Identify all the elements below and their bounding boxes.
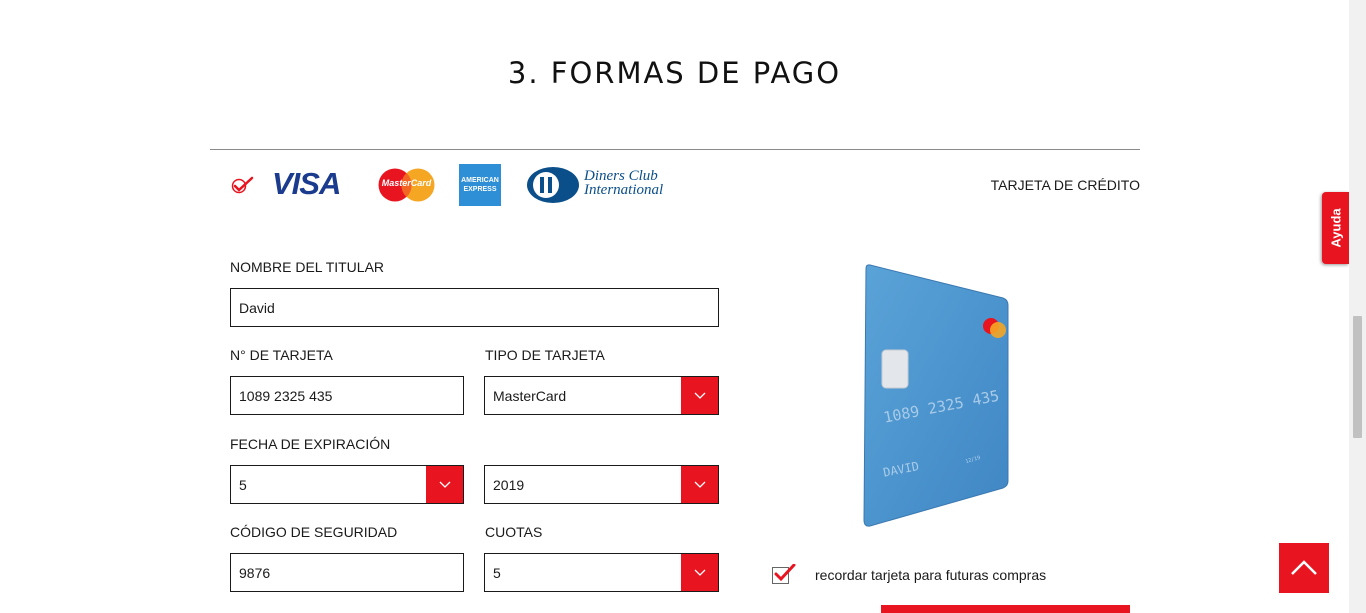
expiry-label: FECHA DE EXPIRACIÓN xyxy=(230,436,391,452)
card-number-input[interactable]: 1089 2325 435 xyxy=(230,376,464,415)
page-scrollbar[interactable] xyxy=(1349,0,1366,613)
expiry-month-value: 5 xyxy=(239,476,247,493)
divider xyxy=(210,149,1140,150)
remember-card-checkbox[interactable] xyxy=(772,564,796,584)
holder-label: NOMBRE DEL TITULAR xyxy=(230,259,385,275)
chevron-down-icon[interactable] xyxy=(681,466,718,503)
chevron-up-icon xyxy=(1291,560,1317,575)
installments-value: 5 xyxy=(493,564,501,581)
card-number-value: 1089 2325 435 xyxy=(239,387,333,404)
scroll-to-top-button[interactable] xyxy=(1279,543,1329,593)
card-type-value: MasterCard xyxy=(493,387,567,404)
security-code-value: 9876 xyxy=(239,564,271,581)
card-number-label: N° DE TARJETA xyxy=(230,347,333,363)
installments-label: CUOTAS xyxy=(485,524,543,540)
expiry-month-select[interactable]: 5 xyxy=(230,465,464,504)
payment-method-checkmark[interactable] xyxy=(230,176,254,194)
card-type-label: TIPO DE TARJETA xyxy=(485,347,605,363)
amex-logo-line1: AMERICAN xyxy=(461,177,499,184)
installments-select[interactable]: 5 xyxy=(484,553,719,592)
amex-logo-line2: EXPRESS xyxy=(463,186,497,193)
remember-card-label[interactable]: recordar tarjeta para futuras compras xyxy=(815,567,1046,583)
security-code-label: CÓDIGO DE SEGURIDAD xyxy=(230,524,398,540)
visa-logo-text: VISA xyxy=(272,166,341,201)
help-tab-label: Ayuda xyxy=(1328,208,1343,248)
chevron-down-icon[interactable] xyxy=(681,554,718,591)
security-code-input[interactable]: 9876 xyxy=(230,553,464,592)
payment-method-label: TARJETA DE CRÉDITO xyxy=(990,177,1140,193)
holder-name-value: David xyxy=(239,299,275,316)
chevron-down-icon[interactable] xyxy=(681,377,718,414)
mastercard-logo: MasterCard xyxy=(378,168,435,202)
help-tab[interactable]: Ayuda xyxy=(1322,192,1349,264)
continue-button[interactable] xyxy=(881,605,1130,613)
card-preview: 12/19 1089 2325 435 DAVID xyxy=(862,262,1012,530)
visa-logo: VISA xyxy=(272,166,341,202)
scrollbar-thumb[interactable] xyxy=(1353,316,1362,438)
mastercard-logo-text: MasterCard xyxy=(381,178,432,188)
diners-logo-line2: International xyxy=(584,182,664,198)
section-title: 3. FORMAS DE PAGO xyxy=(507,56,842,90)
chevron-down-icon[interactable] xyxy=(426,466,463,503)
diners-logo-line1: Diners Club xyxy=(584,168,658,184)
holder-name-input[interactable]: David xyxy=(230,288,719,327)
diners-logo: Diners Club International xyxy=(526,166,666,204)
expiry-year-value: 2019 xyxy=(493,476,525,493)
card-type-select[interactable]: MasterCard xyxy=(484,376,719,415)
amex-logo: AMERICAN EXPRESS xyxy=(459,164,501,206)
expiry-year-select[interactable]: 2019 xyxy=(484,465,719,504)
